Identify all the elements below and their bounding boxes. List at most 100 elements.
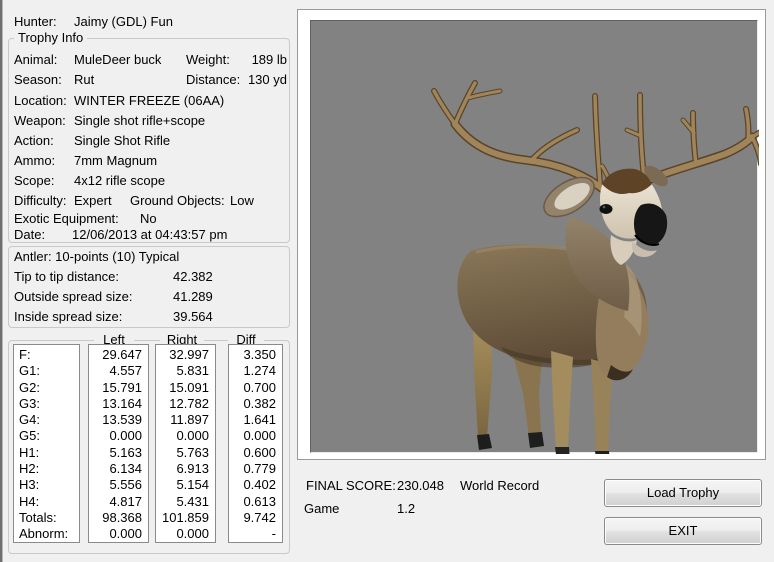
ground-objects-value: Low bbox=[230, 193, 254, 208]
score-left-value: 15.791 bbox=[102, 379, 142, 395]
action-label: Action: bbox=[14, 133, 54, 148]
score-right-value: 0.000 bbox=[176, 428, 209, 444]
tip-to-tip-value: 42.382 bbox=[173, 269, 213, 284]
ammo-value: 7mm Magnum bbox=[74, 153, 158, 168]
score-diff-value: 0.779 bbox=[243, 461, 276, 477]
exotic-value: No bbox=[140, 211, 157, 226]
inside-spread-value: 39.564 bbox=[173, 309, 213, 324]
inside-spread-label: Inside spread size: bbox=[14, 309, 123, 324]
tip-to-tip-label: Tip to tip distance: bbox=[14, 269, 120, 284]
animal-label: Animal: bbox=[14, 52, 58, 67]
score-right-value: 5.431 bbox=[176, 493, 209, 509]
score-row-label: H3: bbox=[19, 477, 40, 493]
season-value: Rut bbox=[74, 72, 95, 87]
score-left-value: 4.557 bbox=[109, 363, 142, 379]
scope-value: 4x12 rifle scope bbox=[74, 173, 166, 188]
weapon-label: Weapon: bbox=[14, 113, 66, 128]
hunter-label: Hunter: bbox=[14, 14, 57, 29]
score-diff-value: 0.600 bbox=[243, 444, 276, 460]
score-row-label: G1: bbox=[19, 363, 40, 379]
score-diff-value: 0.000 bbox=[243, 428, 276, 444]
season-label: Season: bbox=[14, 72, 62, 87]
score-right-value: 12.782 bbox=[169, 395, 209, 411]
score-diff-value: 0.402 bbox=[243, 477, 276, 493]
score-row-label: Abnorm: bbox=[19, 526, 69, 542]
distance-value: 130 yd bbox=[247, 72, 287, 87]
game-label: Game bbox=[304, 501, 340, 516]
date-value: 12/06/2013 at 04:43:57 pm bbox=[72, 227, 228, 242]
exotic-label: Exotic Equipment: bbox=[14, 211, 119, 226]
score-row-label: Totals: bbox=[19, 509, 57, 525]
difficulty-label: Difficulty: bbox=[14, 193, 67, 208]
final-score-label: FINAL SCORE: bbox=[306, 478, 396, 493]
score-right-value: 11.897 bbox=[170, 412, 209, 428]
score-left-value: 0.000 bbox=[109, 526, 142, 542]
score-right-value: 5.154 bbox=[176, 477, 209, 493]
score-left-column: 29.647 4.557 15.791 13.164 13.539 0.000 … bbox=[88, 344, 149, 543]
deer-antlers bbox=[431, 80, 774, 198]
difficulty-value: Expert bbox=[74, 193, 112, 208]
score-right-value: 6.913 bbox=[176, 461, 209, 477]
score-left-value: 13.539 bbox=[102, 412, 142, 428]
score-right-value: 5.763 bbox=[176, 444, 209, 460]
window-left-edge bbox=[0, 0, 3, 562]
score-diff-value: 9.742 bbox=[243, 509, 276, 525]
weapon-value: Single shot rifle+scope bbox=[74, 113, 206, 128]
score-row-label: G2: bbox=[19, 379, 40, 395]
score-diff-column: 3.350 1.274 0.700 0.382 1.641 0.000 0.60… bbox=[228, 344, 283, 543]
location-value: WINTER FREEZE (06AA) bbox=[74, 93, 225, 108]
load-trophy-button[interactable]: Load Trophy bbox=[604, 479, 762, 507]
trophy-info-legend: Trophy Info bbox=[14, 31, 88, 45]
score-row-label: H1: bbox=[19, 444, 40, 460]
score-row-label: F: bbox=[19, 347, 31, 362]
ground-objects-label: Ground Objects: bbox=[130, 193, 225, 208]
score-left-value: 6.134 bbox=[109, 461, 142, 477]
trophy-3d-viewport[interactable] bbox=[310, 20, 774, 465]
score-row-label: G4: bbox=[19, 412, 40, 428]
scope-label: Scope: bbox=[14, 173, 55, 188]
score-left-value: 98.368 bbox=[102, 509, 142, 525]
score-left-value: 5.556 bbox=[109, 477, 142, 493]
weight-value: 189 lb bbox=[251, 52, 287, 67]
hunter-value: Jaimy (GDL) Fun bbox=[74, 14, 173, 29]
score-right-column: 32.997 5.831 15.091 12.782 11.897 0.000 … bbox=[155, 344, 216, 543]
score-right-value: 32.997 bbox=[169, 347, 209, 362]
exit-button[interactable]: EXIT bbox=[604, 517, 762, 545]
score-row-label: G5: bbox=[19, 428, 40, 444]
deer-3d-model bbox=[431, 80, 774, 465]
score-left-value: 29.647 bbox=[102, 347, 142, 362]
trophy-dialog: Hunter: Jaimy (GDL) Fun Trophy Info Anim… bbox=[0, 0, 774, 562]
score-diff-value: 1.641 bbox=[243, 412, 276, 428]
score-left-value: 5.163 bbox=[109, 444, 142, 460]
score-row-label: H4: bbox=[19, 493, 40, 509]
score-right-value: 5.831 bbox=[176, 363, 209, 379]
score-row-label: H2: bbox=[19, 461, 40, 477]
score-diff-value: - bbox=[271, 526, 276, 542]
action-value: Single Shot Rifle bbox=[74, 133, 171, 148]
score-row-label: G3: bbox=[19, 395, 40, 411]
score-diff-value: 0.382 bbox=[243, 395, 276, 411]
trophy-3d-panel bbox=[297, 9, 774, 465]
game-version: 1.2 bbox=[397, 501, 416, 516]
animal-value: MuleDeer buck bbox=[74, 52, 162, 67]
score-right-value: 15.091 bbox=[169, 379, 209, 395]
score-diff-value: 1.274 bbox=[243, 363, 276, 379]
score-diff-value: 3.350 bbox=[243, 347, 276, 362]
record-badge: World Record bbox=[460, 478, 540, 493]
outside-spread-label: Outside spread size: bbox=[14, 289, 133, 304]
score-row-labels: F: G1: G2: G3: G4: G5: H1: H2: H3: H4: T… bbox=[13, 344, 80, 543]
score-right-value: 101.859 bbox=[162, 509, 209, 525]
deer-eye bbox=[599, 204, 613, 214]
score-left-value: 13.164 bbox=[102, 395, 142, 411]
antler-summary: Antler: 10-points (10) Typical bbox=[14, 249, 180, 264]
score-left-value: 4.817 bbox=[109, 493, 142, 509]
score-left-value: 0.000 bbox=[109, 428, 142, 444]
score-right-value: 0.000 bbox=[176, 526, 209, 542]
score-diff-value: 0.700 bbox=[243, 379, 276, 395]
weight-label: Weight: bbox=[186, 52, 230, 67]
location-label: Location: bbox=[14, 93, 67, 108]
outside-spread-value: 41.289 bbox=[173, 289, 213, 304]
date-label: Date: bbox=[14, 227, 46, 242]
final-score-value: 230.048 bbox=[397, 478, 444, 493]
score-diff-value: 0.613 bbox=[243, 493, 276, 509]
